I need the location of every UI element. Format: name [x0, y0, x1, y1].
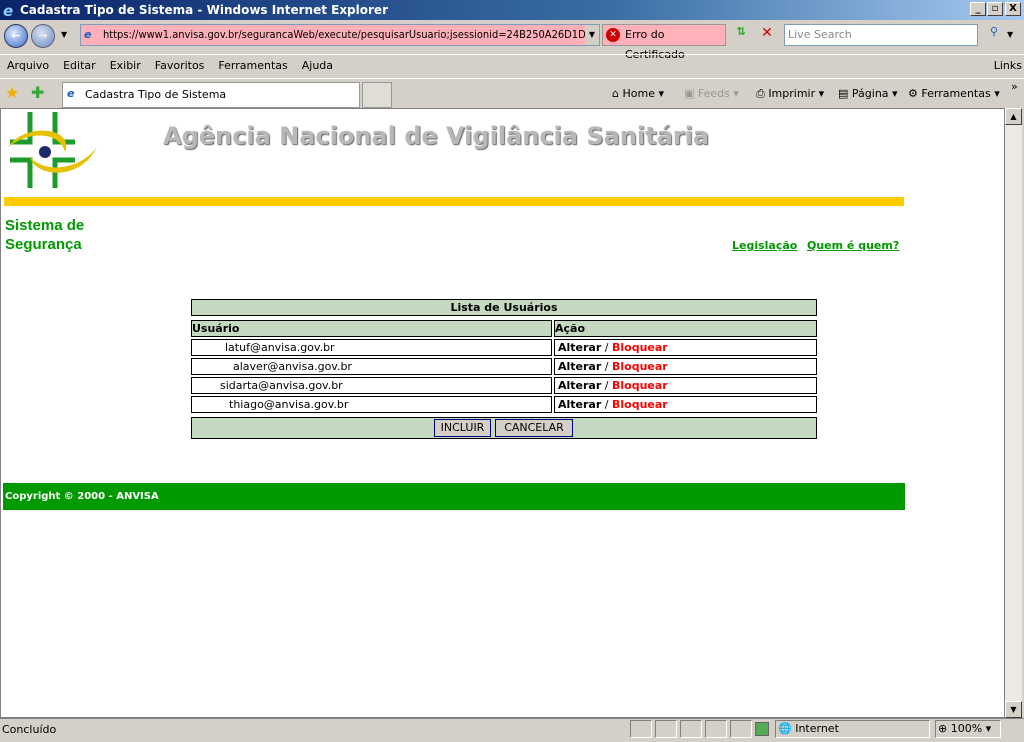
menu-ferramentas[interactable]: Ferramentas	[218, 59, 287, 72]
cancelar-button[interactable]: CANCELAR	[495, 419, 573, 437]
menu-bar: Arquivo Editar Exibir Favoritos Ferramentas A…	[0, 54, 1024, 76]
link-legislacao[interactable]: Legislação	[732, 239, 797, 252]
bloquear-link[interactable]: Bloquear	[612, 379, 668, 392]
alterar-link[interactable]: Alterar	[558, 360, 601, 373]
ie-icon: e	[3, 2, 14, 20]
status-text: Concluído	[2, 723, 57, 736]
menu-arquivo[interactable]: Arquivo	[7, 59, 49, 72]
status-panel	[680, 720, 702, 738]
footer: Copyright © 2000 - ANVISA	[3, 483, 905, 510]
new-tab-button[interactable]	[362, 82, 392, 108]
anvisa-logo	[8, 112, 97, 188]
zone-panel: 🌐 Internet	[775, 720, 930, 738]
search-input[interactable]: Live Search	[784, 24, 978, 46]
alterar-link[interactable]: Alterar	[558, 341, 601, 354]
links-button[interactable]: Links	[994, 55, 1022, 77]
menu-editar[interactable]: Editar	[63, 59, 96, 72]
user-email: thiago@anvisa.gov.br	[191, 396, 552, 413]
page-button[interactable]: ▤ Página ▾	[838, 86, 898, 102]
zoom-icon: ⊕	[938, 722, 948, 735]
refresh-icon[interactable]: ⇅	[731, 25, 751, 45]
alterar-link[interactable]: Alterar	[558, 398, 601, 411]
tab-cadastra[interactable]: Cadastra Tipo de Sistema	[62, 82, 360, 108]
maximize-button[interactable]: ▫	[987, 2, 1003, 16]
bloquear-link[interactable]: Bloquear	[612, 398, 668, 411]
status-panel	[655, 720, 677, 738]
column-header-user: Usuário	[191, 320, 552, 337]
chevron-more-icon[interactable]: »	[1011, 80, 1018, 93]
user-email: latuf@anvisa.gov.br	[191, 339, 552, 356]
user-email: alaver@anvisa.gov.br	[191, 358, 552, 375]
bloquear-link[interactable]: Bloquear	[612, 360, 668, 373]
search-icon[interactable]: ⚲	[983, 25, 1005, 45]
row-actions: Alterar / Bloquear	[554, 396, 817, 413]
separator: /	[604, 398, 609, 411]
system-name: Sistema de Segurança	[5, 217, 85, 253]
print-button[interactable]: ⎙ Imprimir ▾	[756, 86, 824, 102]
bloquear-link[interactable]: Bloquear	[612, 341, 668, 354]
title-bar: Cadastra Tipo de Sistema - Windows Inter…	[0, 0, 1024, 20]
user-email: sidarta@anvisa.gov.br	[191, 377, 552, 394]
gear-icon: ⚙	[908, 87, 918, 100]
separator: /	[604, 379, 609, 392]
address-input[interactable]: https://www1.anvisa.gov.br/segurancaWeb/…	[80, 24, 600, 46]
feeds-button[interactable]: ▣ Feeds ▾	[684, 86, 739, 102]
yellow-divider	[4, 197, 904, 206]
print-icon: ⎙	[756, 87, 765, 100]
stop-icon[interactable]: ✕	[757, 25, 777, 45]
address-dropdown[interactable]: ▼	[585, 25, 599, 45]
scroll-down-button[interactable]: ▼	[1005, 701, 1022, 718]
history-dropdown-icon[interactable]: ▼	[61, 30, 67, 39]
separator: /	[604, 341, 609, 354]
separator: /	[604, 360, 609, 373]
home-button[interactable]: ⌂ Home ▾	[612, 86, 664, 102]
scroll-up-button[interactable]: ▲	[1005, 108, 1022, 125]
home-icon: ⌂	[612, 87, 619, 100]
row-actions: Alterar / Bloquear	[554, 358, 817, 375]
feeds-icon: ▣	[684, 87, 695, 100]
certificate-error-button[interactable]: Erro do Certificado	[602, 24, 726, 61]
vertical-scrollbar[interactable]: ▲ ▼	[1005, 108, 1022, 718]
add-favorite-icon[interactable]: ✚	[31, 83, 44, 102]
forward-button[interactable]: →	[31, 24, 55, 48]
page-icon: ▤	[838, 87, 849, 100]
table-title: Lista de Usuários	[191, 299, 817, 316]
popup-blocked-icon[interactable]	[755, 722, 769, 736]
close-button[interactable]: X	[1005, 2, 1021, 16]
column-header-action: Ação	[554, 320, 817, 337]
row-actions: Alterar / Bloquear	[554, 339, 817, 356]
status-panel	[705, 720, 727, 738]
menu-favoritos[interactable]: Favoritos	[155, 59, 205, 72]
tab-ie-icon: e	[67, 87, 75, 100]
status-panel	[630, 720, 652, 738]
zoom-control[interactable]: ⊕ 100% ▾	[935, 720, 1001, 738]
favorites-star-icon[interactable]: ★	[5, 83, 19, 102]
search-options-icon[interactable]: ▼	[1007, 30, 1013, 39]
alterar-link[interactable]: Alterar	[558, 379, 601, 392]
tools-button[interactable]: ⚙ Ferramentas ▾	[908, 86, 1000, 102]
incluir-button[interactable]: INCLUIR	[434, 419, 491, 437]
minimize-button[interactable]: _	[970, 2, 986, 16]
globe-icon: 🌐	[778, 722, 792, 735]
window-title: Cadastra Tipo de Sistema - Windows Inter…	[20, 3, 388, 17]
menu-exibir[interactable]: Exibir	[110, 59, 141, 72]
row-actions: Alterar / Bloquear	[554, 377, 817, 394]
page-icon: e	[84, 28, 92, 41]
back-button[interactable]: ←	[4, 24, 28, 48]
agency-title: Agência Nacional de Vigilância Sanitária	[163, 122, 710, 150]
status-panel	[730, 720, 752, 738]
cert-error-icon: ✕	[606, 28, 620, 42]
menu-ajuda[interactable]: Ajuda	[302, 59, 333, 72]
link-quem-e-quem[interactable]: Quem é quem?	[807, 239, 899, 252]
